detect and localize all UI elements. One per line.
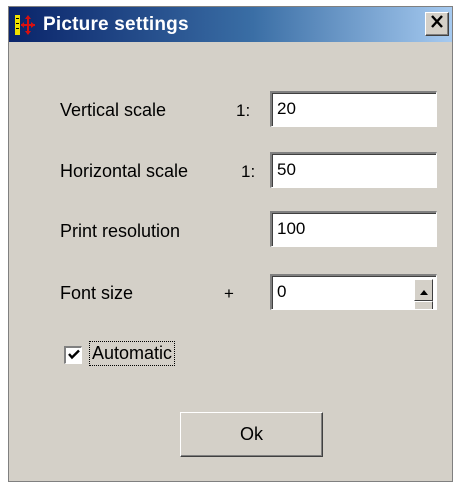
horizontal-scale-value: 50 — [277, 160, 296, 179]
horizontal-scale-input[interactable]: 50 — [270, 152, 437, 188]
vertical-scale-prefix: 1: — [236, 101, 251, 120]
font-size-prefix: + — [224, 284, 234, 303]
horizontal-scale-prefix: 1: — [241, 162, 256, 181]
print-resolution-input[interactable]: 100 — [270, 211, 437, 247]
print-resolution-value: 100 — [277, 219, 306, 238]
picture-settings-dialog: Picture settings Vertical scale 1: 20 Ho… — [8, 6, 453, 482]
spin-down-button[interactable] — [414, 301, 433, 309]
scale-arrows-icon — [15, 15, 35, 35]
font-size-stepper[interactable]: 0 — [270, 274, 437, 310]
spin-up-button[interactable] — [414, 279, 433, 301]
vertical-scale-value: 20 — [277, 99, 296, 118]
window-title: Picture settings — [43, 14, 189, 35]
horizontal-scale-label: Horizontal scale — [60, 161, 189, 181]
close-button[interactable] — [425, 12, 449, 36]
checkmark-icon — [67, 347, 80, 365]
automatic-checkbox[interactable] — [64, 346, 82, 364]
triangle-up-icon — [419, 280, 428, 300]
print-resolution-label: Print resolution — [60, 221, 181, 241]
triangle-down-icon — [420, 302, 428, 309]
vertical-scale-label: Vertical scale — [60, 100, 167, 120]
ok-button[interactable]: Ok — [180, 412, 323, 457]
close-icon — [430, 15, 444, 33]
title-bar[interactable]: Picture settings — [9, 7, 452, 42]
vertical-scale-input[interactable]: 20 — [270, 91, 437, 127]
automatic-label[interactable]: Automatic — [88, 341, 176, 366]
font-size-value: 0 — [277, 282, 287, 301]
ok-button-label: Ok — [239, 424, 263, 444]
font-size-spinner — [414, 279, 433, 309]
font-size-label: Font size — [60, 283, 134, 303]
